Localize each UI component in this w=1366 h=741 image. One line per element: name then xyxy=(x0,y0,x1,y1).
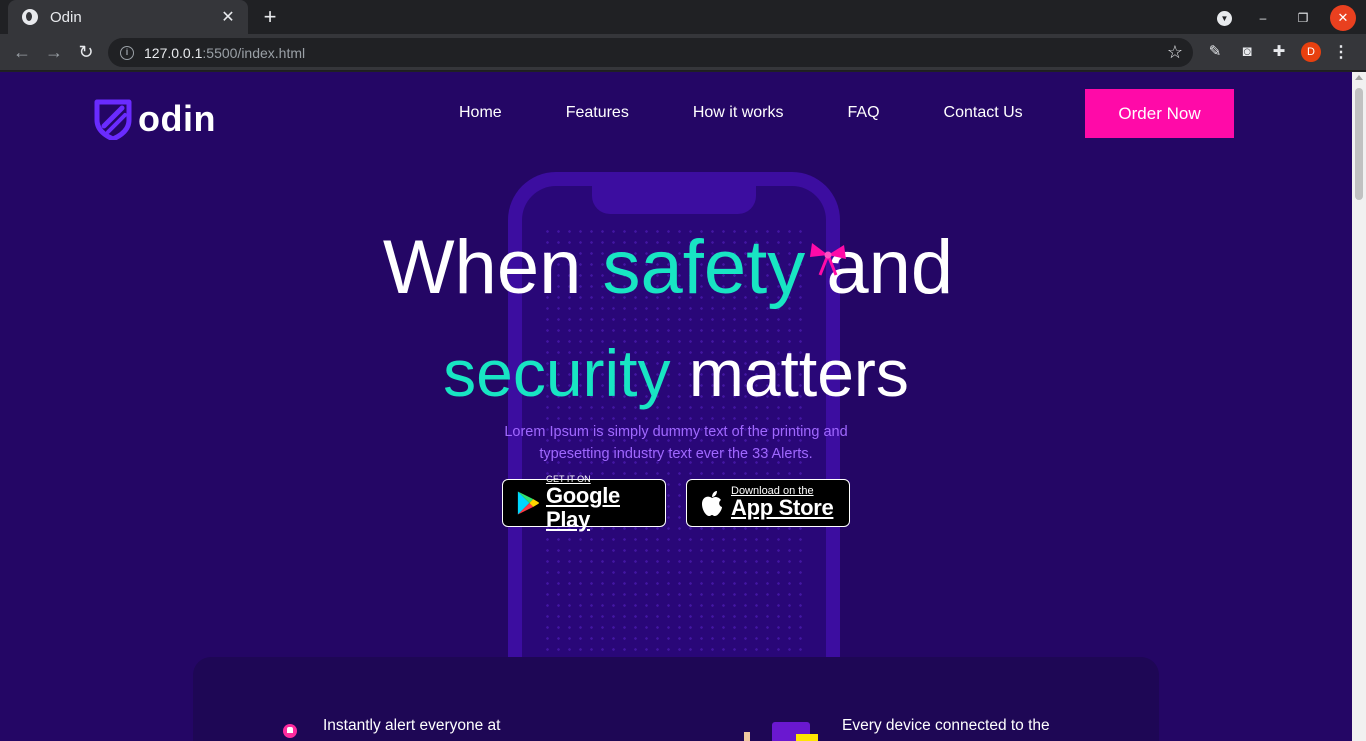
globe-icon xyxy=(22,9,38,25)
minimize-icon[interactable]: – xyxy=(1250,5,1276,31)
google-play-label: GET IT ON Google Play xyxy=(546,474,665,532)
hero-word-safety: safety xyxy=(602,225,806,310)
google-play-button[interactable]: GET IT ON Google Play xyxy=(502,474,666,532)
browser-toolbar: ← → ↻ i 127.0.0.1:5500/index.html ☆ ✎ ◙ … xyxy=(0,34,1366,71)
new-tab-icon[interactable]: + xyxy=(258,5,282,29)
url-path: :5500/index.html xyxy=(202,44,306,61)
hero-title-line-2: security matters xyxy=(0,340,1352,406)
back-arrow-icon[interactable]: ← xyxy=(10,40,34,64)
nav-how-it-works[interactable]: How it works xyxy=(693,104,784,122)
nav-home[interactable]: Home xyxy=(459,104,502,122)
phone-notch xyxy=(592,184,756,214)
nav-features[interactable]: Features xyxy=(566,104,629,122)
google-play-big-text: Google Play xyxy=(545,483,620,532)
extensions-area: ✎ ◙ ✚ D ⋮ xyxy=(1205,42,1349,62)
hero-title-line-1: When safety and xyxy=(0,230,1344,306)
device-illustration-icon xyxy=(744,722,818,741)
nav-faq[interactable]: FAQ xyxy=(848,104,880,122)
browser-tab[interactable]: Odin ✕ xyxy=(8,0,248,34)
ribbon-bow-icon xyxy=(810,243,846,276)
close-window-icon[interactable]: ✕ xyxy=(1330,5,1356,31)
scroll-thumb[interactable] xyxy=(1355,88,1363,200)
hero-word-matters: matters xyxy=(688,336,909,410)
google-play-icon xyxy=(517,491,540,515)
puzzle-extensions-icon[interactable]: ✚ xyxy=(1269,42,1289,62)
restore-icon[interactable]: ❐ xyxy=(1290,5,1316,31)
scroll-up-arrow-icon[interactable] xyxy=(1355,75,1363,80)
main-nav: Home Features How it works FAQ Contact U… xyxy=(459,104,1087,122)
address-bar[interactable]: i 127.0.0.1:5500/index.html ☆ xyxy=(108,38,1193,67)
profile-avatar[interactable]: D xyxy=(1301,42,1321,62)
hero-word-when: When xyxy=(382,225,582,310)
app-store-big-text: App Store xyxy=(731,495,834,520)
browser-tab-bar: Odin ✕ + ▼ – ❐ ✕ xyxy=(0,0,1366,34)
apple-icon xyxy=(702,491,722,516)
menu-dots-icon[interactable]: ⋮ xyxy=(1333,42,1349,62)
close-tab-icon[interactable]: ✕ xyxy=(218,7,238,27)
site-logo[interactable]: odin xyxy=(94,98,216,140)
order-now-button[interactable]: Order Now xyxy=(1085,89,1234,138)
feature-device-text: Every device connected to the xyxy=(842,717,1050,734)
shield-logo-icon xyxy=(94,99,132,140)
logo-text: odin xyxy=(138,98,216,139)
url-text: 127.0.0.1:5500/index.html xyxy=(144,45,305,61)
site-info-icon[interactable]: i xyxy=(120,45,134,60)
bell-icon xyxy=(283,724,297,738)
reload-icon[interactable]: ↻ xyxy=(74,40,98,64)
pen-extension-icon[interactable]: ✎ xyxy=(1205,42,1225,62)
webpage: odin Home Features How it works FAQ Cont… xyxy=(0,72,1352,741)
forward-arrow-icon[interactable]: → xyxy=(42,40,66,64)
url-host: 127.0.0.1 xyxy=(144,44,203,61)
page-scrollbar[interactable] xyxy=(1352,72,1366,741)
window-controls: ▼ – ❐ ✕ xyxy=(1217,5,1356,31)
bookmark-star-icon[interactable]: ☆ xyxy=(1167,42,1183,63)
nav-contact-us[interactable]: Contact Us xyxy=(944,104,1023,122)
hero-word-security: security xyxy=(443,336,671,410)
hero-description: Lorem Ipsum is simply dummy text of the … xyxy=(504,424,848,462)
tab-search-icon[interactable]: ▼ xyxy=(1217,10,1232,26)
app-store-button[interactable]: Download on the App Store xyxy=(686,479,850,527)
camera-extension-icon[interactable]: ◙ xyxy=(1237,42,1257,62)
tab-title: Odin xyxy=(50,8,82,26)
feature-alert-text: Instantly alert everyone at xyxy=(323,717,501,734)
app-store-label: Download on the App Store xyxy=(731,486,834,520)
features-card: Instantly alert everyone at Every device… xyxy=(193,657,1159,741)
